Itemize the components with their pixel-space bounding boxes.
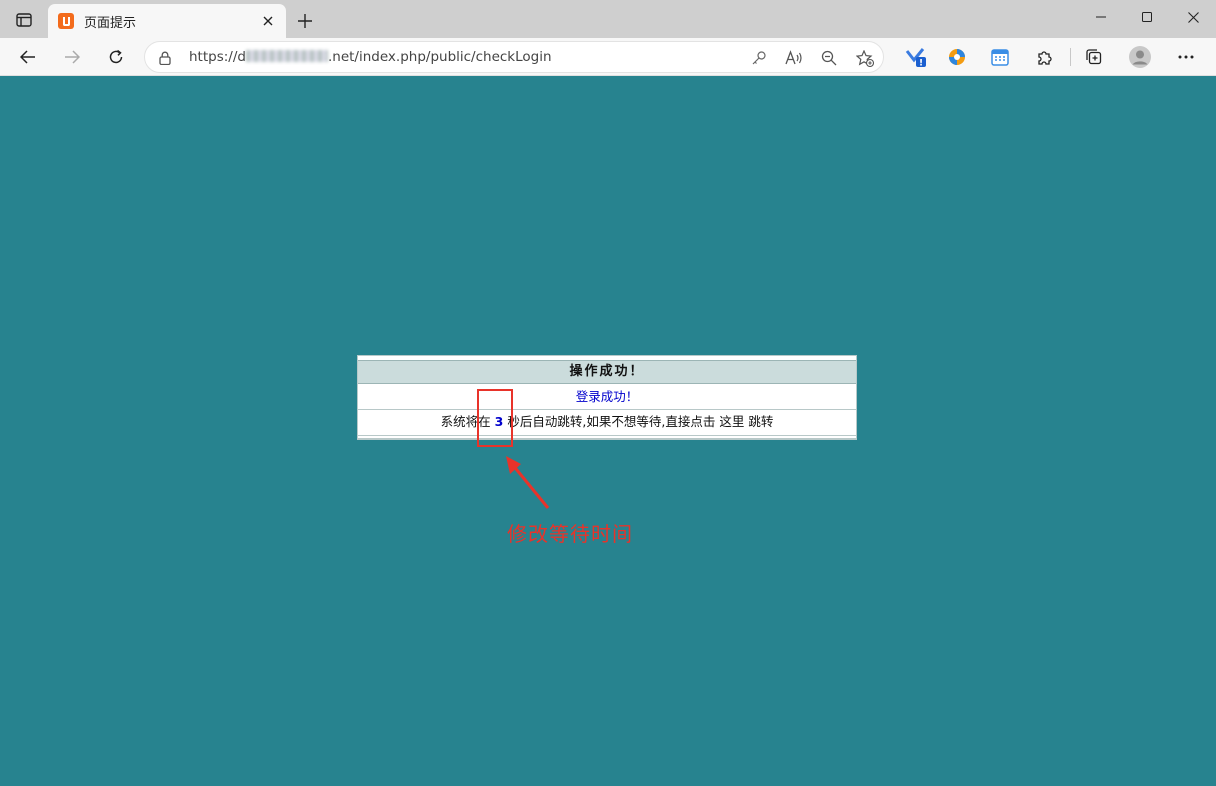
close-tab-icon[interactable] (260, 13, 276, 29)
collections-icon[interactable] (1080, 43, 1108, 71)
refresh-icon[interactable] (101, 43, 131, 71)
back-icon[interactable] (13, 43, 43, 71)
browser-tab-active[interactable]: 页面提示 (48, 4, 286, 38)
read-aloud-icon[interactable] (784, 49, 804, 67)
more-menu-icon[interactable] (1172, 43, 1200, 71)
obscured-host (245, 50, 328, 62)
maximize-icon[interactable] (1124, 0, 1170, 34)
zoom-out-icon[interactable] (819, 49, 839, 67)
minimize-icon[interactable] (1078, 0, 1124, 34)
profile-avatar-icon[interactable] (1126, 43, 1154, 71)
close-window-icon[interactable] (1170, 0, 1216, 34)
calendar-extension-icon[interactable] (986, 43, 1014, 71)
forward-icon[interactable] (57, 43, 87, 71)
extension-notification-icon[interactable]: ! (902, 43, 930, 71)
key-icon[interactable] (749, 49, 769, 67)
redirect-notice: 系统将在 3 秒后自动跳转,如果不想等待,直接点击 这里 跳转 (358, 410, 856, 436)
bookmark-favicon-icon (58, 13, 74, 29)
tab-actions-icon[interactable] (10, 9, 38, 31)
address-bar[interactable]: https://d .net/index.php/public/checkLogi… (144, 41, 884, 73)
browser-titlebar: 页面提示 (0, 0, 1216, 38)
extension-swirl-icon[interactable] (943, 43, 971, 71)
message-heading: 操作成功！ (358, 360, 856, 384)
toolbar-separator (1070, 48, 1071, 66)
annotation-label: 修改等待时间 (507, 522, 633, 546)
extensions-puzzle-icon[interactable] (1031, 43, 1059, 71)
new-tab-icon[interactable] (292, 9, 318, 33)
lock-icon[interactable] (159, 50, 171, 69)
redirect-link[interactable]: 这里 (719, 414, 744, 429)
success-text: 登录成功！ (358, 385, 856, 410)
add-favorite-icon[interactable] (855, 49, 875, 67)
annotation-highlight-box (477, 389, 513, 447)
tab-title: 页面提示 (84, 15, 137, 31)
url-text: https://d .net/index.php/public/checkLogi… (189, 49, 552, 65)
message-box: 操作成功！ 登录成功！ 系统将在 3 秒后自动跳转,如果不想等待,直接点击 这里 跳… (357, 355, 857, 440)
annotation-arrow-icon (506, 456, 550, 509)
message-bottom-rule (358, 438, 856, 439)
browser-toolbar: https://d .net/index.php/public/checkLogi… (0, 38, 1216, 76)
svg-text:!: ! (919, 59, 923, 69)
